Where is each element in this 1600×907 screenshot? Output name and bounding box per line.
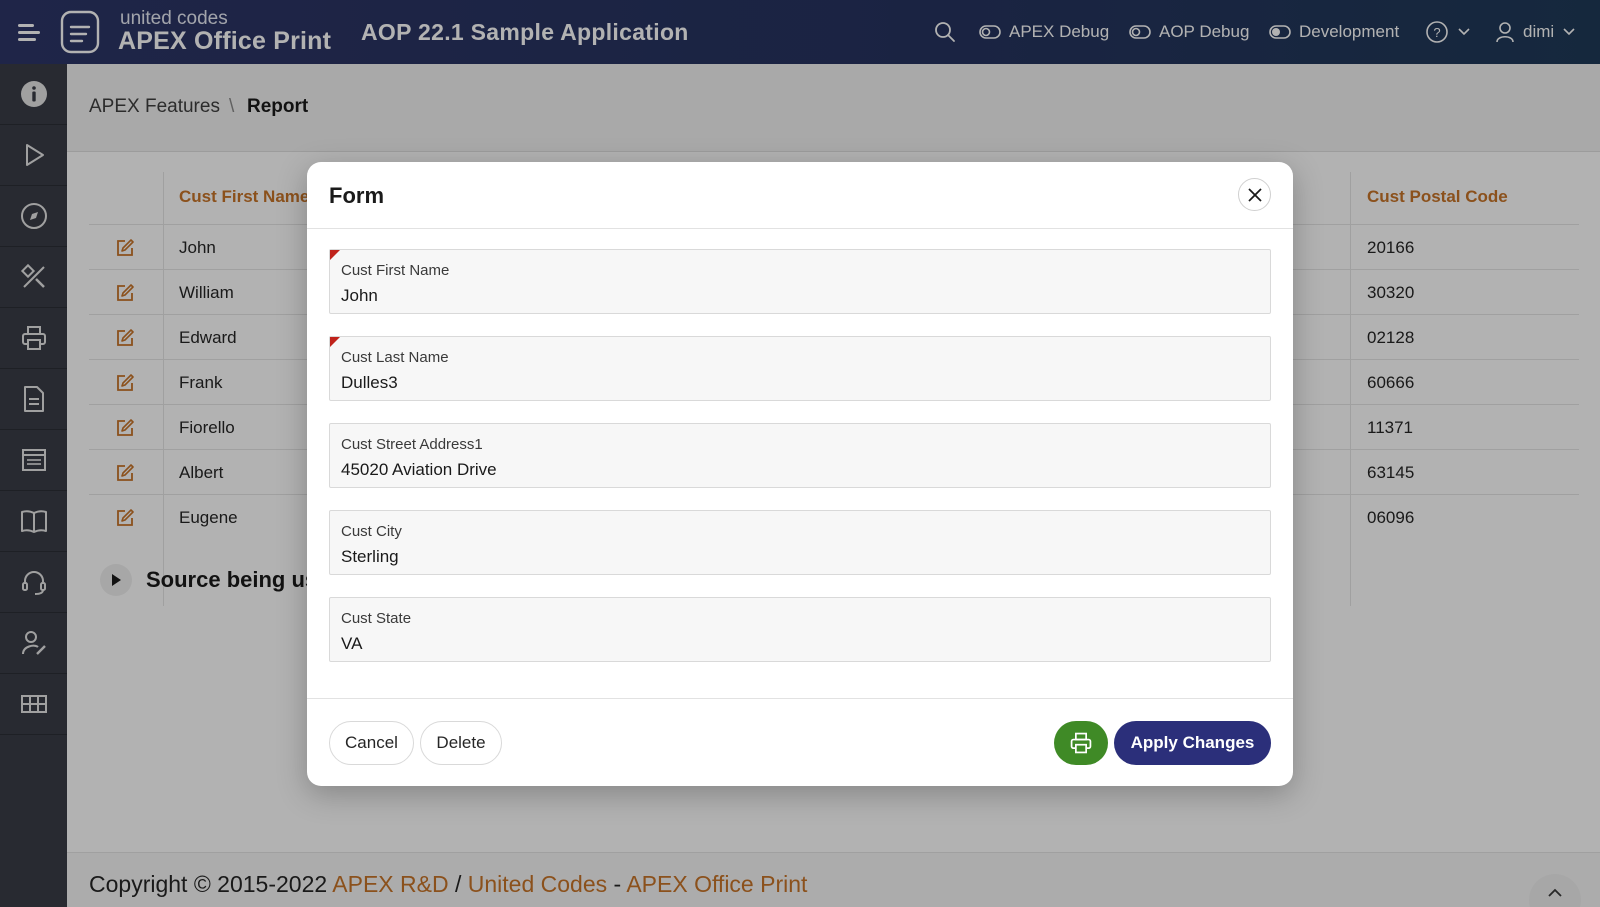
cust-first-name-field: Cust First Name — [329, 249, 1271, 314]
close-dialog-button[interactable] — [1238, 178, 1271, 211]
cust-last-name-field: Cust Last Name — [329, 336, 1271, 401]
cust-city-field: Cust City — [329, 510, 1271, 575]
cancel-button[interactable]: Cancel — [329, 721, 414, 765]
cust-city-input[interactable] — [341, 547, 1241, 567]
dialog-header: Form — [307, 162, 1293, 229]
printer-icon — [1070, 732, 1092, 754]
field-label: Cust First Name — [341, 262, 450, 279]
field-label: Cust Street Address1 — [341, 436, 483, 453]
cust-first-name-input[interactable] — [341, 286, 1241, 306]
close-icon — [1247, 187, 1262, 202]
delete-button[interactable]: Delete — [420, 721, 502, 765]
required-indicator — [330, 337, 340, 347]
field-label: Cust Last Name — [341, 349, 449, 366]
cust-last-name-input[interactable] — [341, 373, 1241, 393]
required-indicator — [330, 250, 340, 260]
cust-street-address-input[interactable] — [341, 460, 1241, 480]
dialog-footer: Cancel Delete Apply Changes — [307, 698, 1293, 786]
form-dialog: Form Cust First Name Cust Last Name Cust… — [307, 162, 1293, 786]
cust-street-address-field: Cust Street Address1 — [329, 423, 1271, 488]
cust-state-input[interactable] — [341, 634, 1241, 654]
field-label: Cust City — [341, 523, 402, 540]
print-button[interactable] — [1054, 721, 1108, 765]
cust-state-field: Cust State — [329, 597, 1271, 662]
field-label: Cust State — [341, 610, 412, 627]
dialog-title: Form — [329, 183, 384, 208]
apply-changes-button[interactable]: Apply Changes — [1114, 721, 1271, 765]
